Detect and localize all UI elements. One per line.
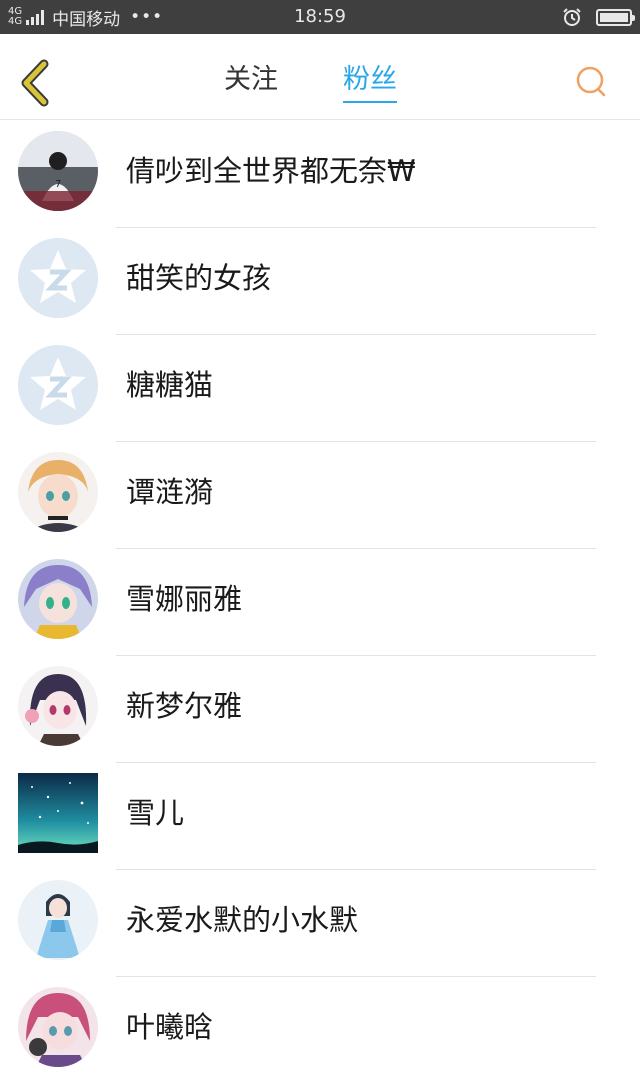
avatar[interactable] — [18, 773, 98, 853]
tab-follow[interactable]: 关注 — [224, 60, 278, 100]
battery-icon — [596, 8, 635, 26]
avatar[interactable]: 7 — [18, 131, 98, 211]
default-qzone-avatar-icon — [18, 238, 98, 318]
fan-name: 新梦尔雅 — [126, 689, 243, 723]
status-left: 4G 4G 中国移动 ••• — [8, 0, 163, 34]
anime-avatar-icon — [18, 666, 98, 746]
list-item[interactable]: 7 倩吵到全世界都无奈₩ — [0, 121, 640, 228]
network-indicator: 4G 4G — [8, 7, 22, 27]
svg-text:7: 7 — [55, 179, 61, 190]
anime-avatar-icon — [18, 452, 98, 532]
avatar[interactable] — [18, 880, 98, 960]
list-item[interactable]: 雪儿 — [0, 763, 640, 870]
list-item[interactable]: 永爱水默的小水默 — [0, 870, 640, 977]
fan-name: 雪儿 — [126, 796, 185, 830]
fan-name: 糖糖猫 — [126, 368, 214, 402]
nav-bar: 关注 粉丝 — [0, 34, 640, 120]
fans-list: 7 倩吵到全世界都无奈₩ 甜笑的女孩 糖糖猫 谭涟漪 雪娜丽雅 新梦尔雅 雪儿 … — [0, 121, 640, 1074]
chevron-left-icon — [21, 59, 49, 107]
list-item[interactable]: 甜笑的女孩 — [0, 228, 640, 335]
avatar[interactable] — [18, 452, 98, 532]
network-type-2: 4G — [8, 16, 23, 27]
avatar[interactable] — [18, 559, 98, 639]
anime-avatar-icon — [18, 880, 98, 960]
signal-icon — [26, 9, 45, 25]
search-icon — [576, 66, 606, 97]
status-bar: 4G 4G 中国移动 ••• 18:59 — [0, 0, 640, 34]
alarm-icon — [563, 8, 581, 26]
list-item[interactable]: 谭涟漪 — [0, 442, 640, 549]
anime-avatar-icon — [18, 987, 98, 1067]
carrier-name: 中国移动 — [52, 9, 121, 30]
photo-avatar-icon: 7 — [18, 131, 98, 211]
avatar[interactable] — [18, 987, 98, 1067]
anime-avatar-icon — [18, 559, 98, 639]
starry-sky-avatar-icon — [18, 773, 98, 853]
fan-name: 倩吵到全世界都无奈₩ — [126, 154, 416, 188]
fan-name: 谭涟漪 — [126, 475, 214, 509]
list-item[interactable]: 叶曦晗 — [0, 977, 640, 1074]
fan-name: 雪娜丽雅 — [126, 582, 243, 616]
search-button[interactable] — [574, 64, 608, 98]
list-item[interactable]: 糖糖猫 — [0, 335, 640, 442]
more-dots: ••• — [130, 7, 164, 27]
fan-name: 永爱水默的小水默 — [126, 903, 359, 937]
default-qzone-avatar-icon — [18, 345, 98, 425]
list-item[interactable]: 雪娜丽雅 — [0, 549, 640, 656]
list-item[interactable]: 新梦尔雅 — [0, 656, 640, 763]
fan-name: 叶曦晗 — [126, 1010, 214, 1044]
avatar[interactable] — [18, 345, 98, 425]
tab-fans[interactable]: 粉丝 — [343, 60, 397, 103]
avatar[interactable] — [18, 666, 98, 746]
fan-name: 甜笑的女孩 — [126, 261, 272, 295]
avatar[interactable] — [18, 238, 98, 318]
status-right — [562, 0, 635, 34]
back-button[interactable] — [16, 58, 56, 108]
